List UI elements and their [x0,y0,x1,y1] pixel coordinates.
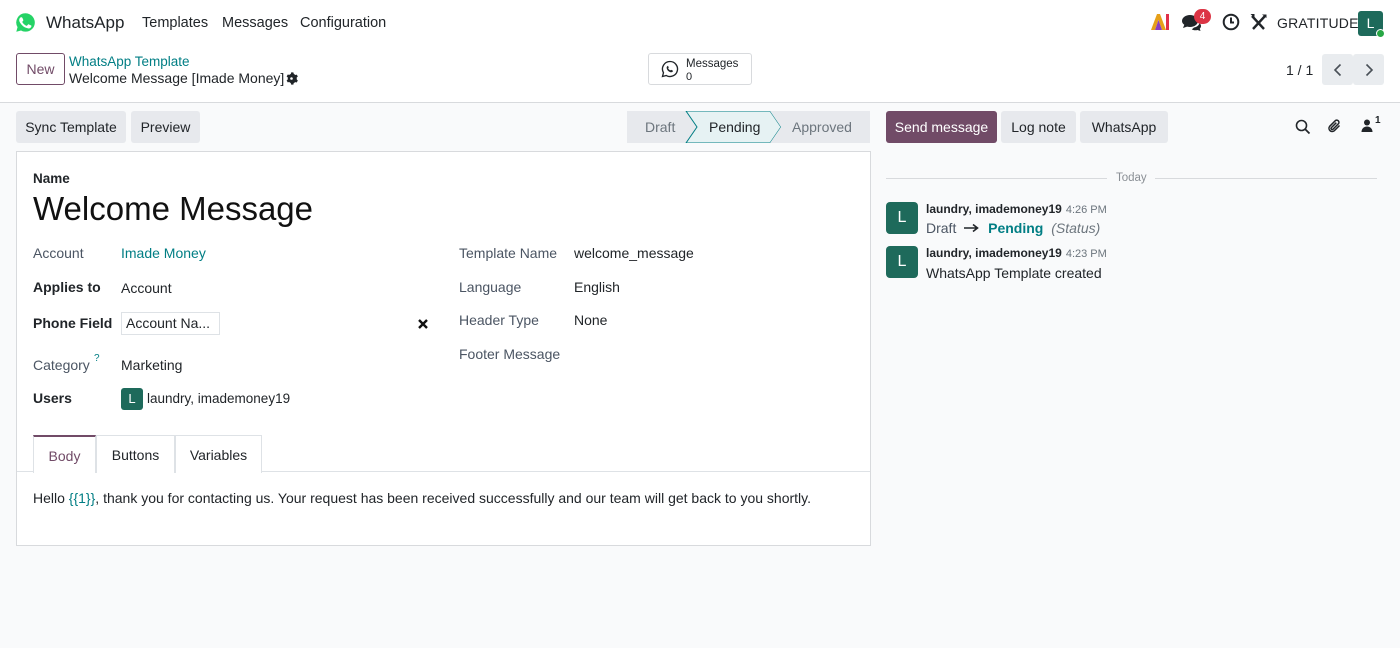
paperclip-icon[interactable] [1327,117,1343,135]
company-name[interactable]: GRATITUDE [1277,15,1359,31]
menu-configuration[interactable]: Configuration [300,15,386,31]
message-time: 4:26 PM [1065,204,1107,216]
log-note-button[interactable]: Log note [1001,111,1076,143]
chat-badge: 4 [1194,9,1211,24]
account-field[interactable]: Imade Money [121,245,206,261]
messages-smart-button[interactable]: Messages 0 [648,53,752,85]
tab-buttons[interactable]: Buttons [96,435,175,473]
message-avatar[interactable]: L [886,202,918,234]
category-help-icon[interactable]: ? [94,353,100,364]
old-value: Draft [926,220,957,236]
applies-to-label: Applies to [33,279,101,295]
followers-count: 1 [1375,115,1381,126]
phone-field-input[interactable]: Account Na... [121,312,220,335]
search-icon[interactable] [1295,119,1311,135]
pager-previous-button[interactable] [1322,54,1353,85]
menu-templates[interactable]: Templates [142,15,208,31]
app-name[interactable]: WhatsApp [46,13,124,33]
body-editor[interactable]: Hello {{1}}, thank you for contacting us… [33,490,811,506]
ai-icon[interactable] [1150,13,1170,31]
status-approved[interactable]: Approved [792,119,852,135]
pager-value[interactable]: 1 / 1 [1286,62,1313,78]
followers-icon[interactable] [1361,119,1373,132]
message-author[interactable]: laundry, imademoney19 4:26 PM [926,202,1107,216]
whatsapp-button[interactable]: WhatsApp [1080,111,1168,143]
menu-messages[interactable]: Messages [222,15,288,31]
phone-field-label: Phone Field [33,315,113,331]
users-label: Users [33,390,72,406]
body-prefix: Hello [33,490,69,506]
footer-message-label: Footer Message [459,346,561,362]
message-avatar[interactable]: L [886,246,918,278]
new-button[interactable]: New [16,53,65,85]
account-label: Account [33,245,84,261]
online-status-dot [1376,29,1385,38]
pager-next-button[interactable] [1353,54,1384,85]
send-message-button[interactable]: Send message [886,111,997,143]
top-navbar: WhatsApp Templates Messages Configuratio… [0,0,1400,46]
message-time: 4:23 PM [1065,248,1107,260]
breadcrumb-current: Welcome Message [Imade Money] [69,70,285,86]
today-separator: Today [1116,172,1147,184]
control-panel: New WhatsApp Template Welcome Message [I… [0,46,1400,103]
body-variable: {{1}} [68,490,96,506]
form-sheet: Name Welcome Message Account Imade Money… [16,151,871,546]
field-name: (Status) [1051,220,1101,236]
clear-icon[interactable] [417,318,429,330]
user-tag-avatar: L [121,388,143,410]
tracking-value: Draft Pending (Status) [926,220,1100,236]
chevron-right-icon [1365,63,1373,77]
arrow-right-icon [964,223,980,233]
applies-to-field[interactable]: Account [121,280,172,296]
whatsapp-logo-icon[interactable] [15,12,36,33]
new-value: Pending [988,220,1044,236]
author-name[interactable]: laundry, imademoney19 [926,202,1062,216]
category-label: Category [33,357,90,373]
gear-icon[interactable] [285,72,298,85]
divider-left [886,178,1107,179]
divider-right [1155,178,1377,179]
status-pending[interactable]: Pending [709,119,760,135]
message-author[interactable]: laundry, imademoney19 4:23 PM [926,246,1107,260]
language-label: Language [459,279,522,295]
notebook-tabs: Body Buttons Variables [17,435,870,473]
message-body: WhatsApp Template created [926,265,1102,281]
tab-variables[interactable]: Variables [175,435,262,473]
tools-icon[interactable] [1250,13,1267,31]
clock-icon[interactable] [1222,13,1240,31]
tab-body[interactable]: Body [33,435,96,473]
status-draft[interactable]: Draft [645,119,675,135]
template-name-label: Template Name [459,245,558,261]
author-name[interactable]: laundry, imademoney19 [926,246,1062,260]
sync-template-button[interactable]: Sync Template [16,111,126,143]
users-tag[interactable]: laundry, imademoney19 [147,391,290,406]
breadcrumb-parent[interactable]: WhatsApp Template [69,54,190,69]
name-label: Name [33,171,70,186]
messages-count: 0 [686,71,693,83]
category-field[interactable]: Marketing [121,357,182,373]
preview-button[interactable]: Preview [131,111,200,143]
header-type-field[interactable]: None [574,312,607,328]
whatsapp-outline-icon [661,60,679,78]
chevron-left-icon [1333,63,1341,77]
messages-label: Messages [686,58,739,70]
language-field[interactable]: English [574,279,620,295]
header-type-label: Header Type [459,312,539,328]
body-suffix: , thank you for contacting us. Your requ… [95,490,811,506]
name-field[interactable]: Welcome Message [33,190,313,228]
template-name-field[interactable]: welcome_message [574,245,694,261]
